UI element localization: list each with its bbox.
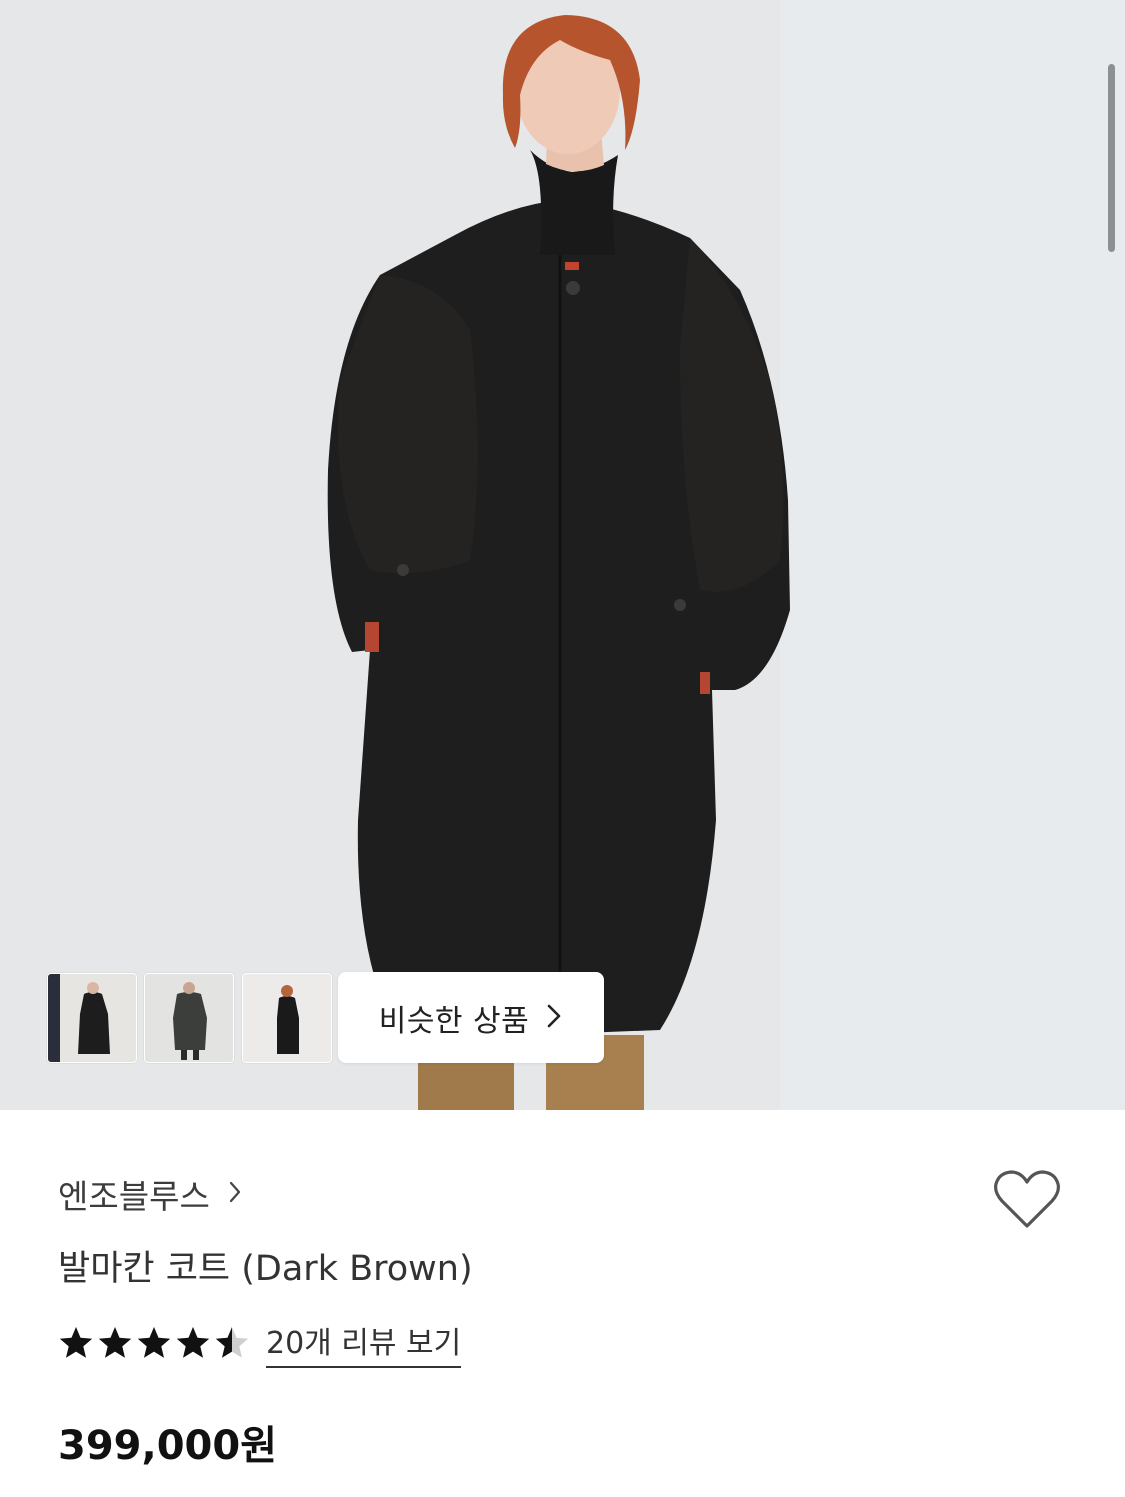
thumbnail-3[interactable]	[242, 973, 332, 1063]
similar-products-button[interactable]: 비슷한 상품	[338, 972, 604, 1063]
brand-link[interactable]: 엔조블루스	[58, 1170, 242, 1218]
thumbnail-image	[145, 974, 233, 1062]
thumbnail-2[interactable]	[144, 973, 234, 1063]
star-icon-fill	[59, 1327, 93, 1358]
star-icon-fill	[98, 1327, 132, 1358]
chevron-right-icon	[228, 1180, 242, 1208]
brand-name: 엔조블루스	[58, 1177, 210, 1216]
product-price: 399,000원	[58, 1423, 277, 1469]
thumbnail-image	[48, 974, 136, 1062]
star-icon-fill	[176, 1327, 210, 1358]
star-icon-fill	[137, 1327, 171, 1358]
rating-row: 20개 리뷰 보기	[58, 1318, 462, 1368]
product-photo	[0, 0, 1125, 1110]
review-link[interactable]: 20개 리뷰 보기	[266, 1318, 462, 1368]
thumbnail-1[interactable]	[47, 973, 137, 1063]
scrollbar[interactable]	[1108, 64, 1115, 252]
thumbnail-image	[243, 974, 331, 1062]
star-rating	[58, 1323, 254, 1363]
product-info: 엔조블루스 발마칸 코트 (Dark Brown) 20개 리뷰 보기 399,…	[0, 1110, 1125, 1497]
product-image-gallery[interactable]: 비슷한 상품	[0, 0, 1125, 1110]
heart-outline-icon[interactable]	[992, 1168, 1062, 1232]
product-title: 발마칸 코트 (Dark Brown)	[58, 1249, 473, 1289]
chevron-right-icon	[545, 1002, 563, 1034]
similar-products-label: 비슷한 상품	[378, 1003, 530, 1039]
